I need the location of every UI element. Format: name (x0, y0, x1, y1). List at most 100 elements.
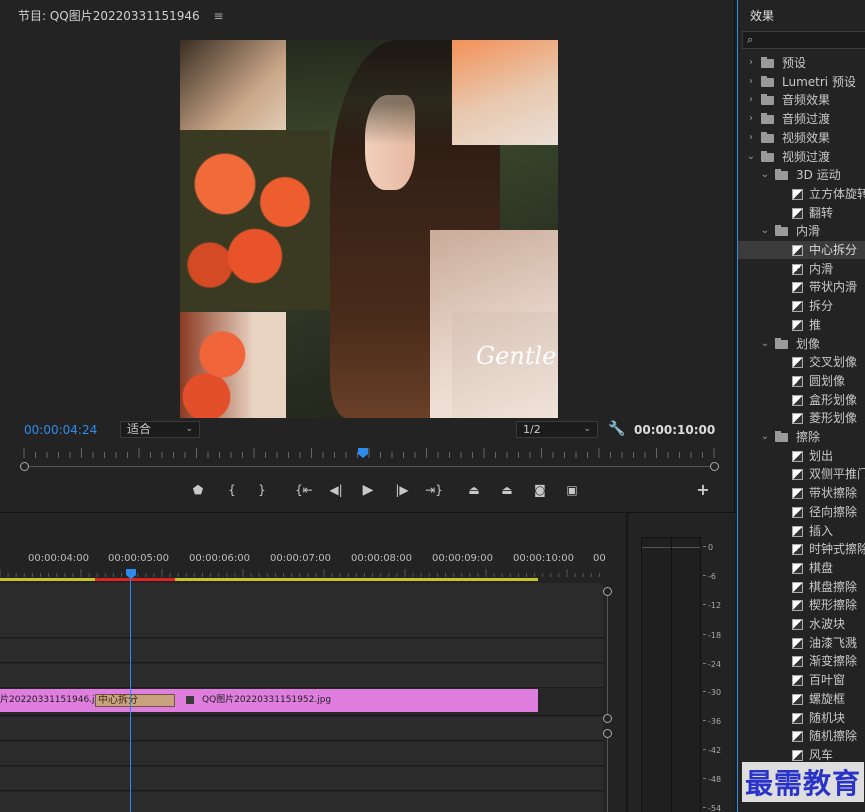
effect-folder[interactable]: ⌄ 3D 运动 (738, 166, 865, 184)
marker-icon[interactable]: ⬟ (188, 481, 208, 499)
meter-label: -42 (708, 746, 722, 755)
effect-folder[interactable]: › 预设 (738, 54, 865, 72)
chevron-down-icon[interactable]: ⌄ (760, 335, 770, 353)
effect-item[interactable]: 翻转 (738, 204, 865, 222)
work-area-bar[interactable] (0, 578, 538, 581)
effects-search-input[interactable]: ⌕ (742, 31, 865, 49)
scroll-track-2[interactable] (607, 738, 608, 812)
folder-icon (775, 225, 788, 237)
effect-item[interactable]: 随机擦除 (738, 727, 865, 745)
timeline-vertical-scroll[interactable] (603, 579, 613, 812)
go-to-in-icon[interactable]: {⇤ (294, 481, 314, 499)
monitor-scroll-handle-left[interactable] (20, 462, 29, 471)
effect-item[interactable]: 棋盘擦除 (738, 578, 865, 596)
extract-icon[interactable]: ⏏ (497, 481, 517, 499)
effect-item[interactable]: 拆分 (738, 297, 865, 315)
mark-out-icon[interactable]: } (252, 481, 272, 499)
effect-item[interactable]: 水波块 (738, 615, 865, 633)
fx-badge-icon (186, 696, 194, 704)
meter-label: -24 (708, 660, 722, 669)
effect-item[interactable]: 盒形划像 (738, 391, 865, 409)
timeline-ruler[interactable]: 00:00:04:00 00:00:05:00 00:00:06:00 00:0… (0, 553, 606, 569)
transition-effect-icon (792, 600, 803, 612)
audio-track-4[interactable] (0, 792, 603, 812)
chevron-down-icon[interactable]: ⌄ (746, 148, 756, 166)
effect-item[interactable]: 内滑 (738, 260, 865, 278)
effect-folder[interactable]: ⌄ 内滑 (738, 222, 865, 240)
video-track-2[interactable] (0, 639, 603, 663)
chevron-down-icon[interactable]: ⌄ (760, 428, 770, 446)
transition-effect-icon (792, 188, 803, 200)
effect-item[interactable]: 中心拆分 (738, 241, 865, 259)
step-forward-icon[interactable]: |▶ (392, 481, 412, 499)
effect-item[interactable]: 菱形划像 (738, 409, 865, 427)
effect-folder[interactable]: ⌄ 划像 (738, 335, 865, 353)
effects-title[interactable]: 效果 (750, 7, 774, 24)
effect-folder[interactable]: ⌄ 擦除 (738, 428, 865, 446)
effect-item[interactable]: 圆划像 (738, 372, 865, 390)
add-button-icon[interactable]: + (693, 481, 713, 499)
transition-effect-icon (792, 488, 803, 500)
effect-item[interactable]: 百叶窗 (738, 671, 865, 689)
effect-item[interactable]: 时钟式擦除 (738, 540, 865, 558)
mark-in-icon[interactable]: { (222, 481, 242, 499)
go-to-out-icon[interactable]: ⇥} (424, 481, 444, 499)
effect-item[interactable]: 带状内滑 (738, 278, 865, 296)
chevron-right-icon[interactable]: › (746, 91, 756, 109)
monitor-scroll-handle-right[interactable] (710, 462, 719, 471)
compare-icon[interactable]: ▣ (562, 481, 582, 499)
effect-folder[interactable]: › 音频效果 (738, 91, 865, 109)
video-track-3[interactable] (0, 583, 603, 638)
effect-folder[interactable]: › 视频效果 (738, 129, 865, 147)
step-back-icon[interactable]: ◀| (326, 481, 346, 499)
meter-tick (703, 691, 706, 692)
chevron-right-icon[interactable]: › (746, 54, 756, 72)
effect-item[interactable]: 带状擦除 (738, 484, 865, 502)
wrench-icon[interactable]: 🔧 (608, 421, 625, 437)
monitor-ruler[interactable] (18, 444, 719, 471)
transition-clip[interactable]: 中心拆分 (95, 694, 175, 707)
effect-label: 内滑 (809, 261, 834, 276)
video-track-1-top[interactable] (0, 664, 603, 688)
effect-item[interactable]: 推 (738, 316, 865, 334)
effect-item[interactable]: 油漆飞溅 (738, 634, 865, 652)
scroll-handle-top-2[interactable] (603, 729, 612, 738)
effect-item[interactable]: 划出 (738, 447, 865, 465)
scroll-handle-bottom[interactable] (603, 714, 612, 723)
audio-track-3[interactable] (0, 767, 603, 791)
hamburger-icon[interactable]: ≡ (213, 9, 223, 23)
lift-icon[interactable]: ⏏ (464, 481, 484, 499)
effect-item[interactable]: 径向擦除 (738, 503, 865, 521)
audio-track-1[interactable] (0, 717, 603, 741)
monitor-scroll-track[interactable] (24, 466, 714, 467)
effect-item[interactable]: 螺旋框 (738, 690, 865, 708)
audio-track-2[interactable] (0, 742, 603, 766)
effect-item[interactable]: 立方体旋转 (738, 185, 865, 203)
video-split-top (286, 40, 452, 145)
current-timecode[interactable]: 00:00:04:24 (24, 423, 97, 437)
chevron-down-icon[interactable]: ⌄ (760, 166, 770, 184)
effect-folder[interactable]: ⌄ 视频过渡 (738, 148, 865, 166)
fit-select[interactable]: 适合 ⌄ (120, 421, 200, 438)
resolution-select[interactable]: 1/2 ⌄ (516, 421, 598, 438)
monitor-tab[interactable]: 节目: QQ图片20220331151946 ≡ (18, 7, 224, 24)
chevron-right-icon[interactable]: › (746, 110, 756, 128)
play-icon[interactable]: ▶ (358, 481, 378, 499)
effect-item[interactable]: 随机块 (738, 709, 865, 727)
effect-item[interactable]: 双侧平推门 (738, 465, 865, 483)
effect-item[interactable]: 渐变擦除 (738, 652, 865, 670)
effect-item[interactable]: 插入 (738, 522, 865, 540)
effect-item[interactable]: 楔形擦除 (738, 596, 865, 614)
scroll-track[interactable] (607, 596, 608, 714)
effect-folder[interactable]: › 音频过渡 (738, 110, 865, 128)
effect-item[interactable]: 交叉划像 (738, 353, 865, 371)
effect-label: 拆分 (809, 299, 834, 314)
chevron-down-icon[interactable]: ⌄ (760, 222, 770, 240)
effect-folder[interactable]: › Lumetri 预设 (738, 73, 865, 91)
chevron-right-icon[interactable]: › (746, 129, 756, 147)
chevron-right-icon[interactable]: › (746, 73, 756, 91)
scroll-handle-top[interactable] (603, 587, 612, 596)
effect-item[interactable]: 棋盘 (738, 559, 865, 577)
camera-icon[interactable]: ◙ (530, 481, 550, 499)
clip-b[interactable]: QQ图片20220331151952.jpg (178, 689, 538, 712)
